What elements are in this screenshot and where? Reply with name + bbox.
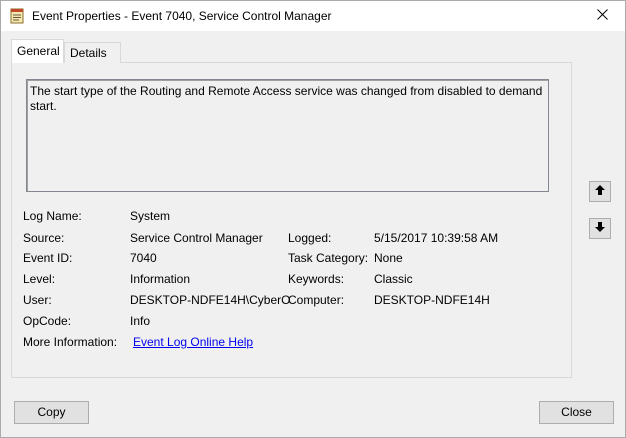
event-properties-window: Event Properties - Event 7040, Service C…	[0, 0, 626, 438]
tab-details[interactable]: Details	[64, 42, 121, 63]
logged-label: Logged:	[288, 231, 332, 245]
keywords-label: Keywords:	[288, 272, 345, 286]
user-value: DESKTOP-NDFE14H\CyberO	[130, 293, 291, 307]
computer-value: DESKTOP-NDFE14H	[374, 293, 490, 307]
title-bar: Event Properties - Event 7040, Service C…	[1, 1, 625, 31]
down-arrow-icon	[594, 221, 606, 236]
computer-label: Computer:	[288, 293, 345, 307]
level-value: Information	[130, 272, 191, 286]
close-window-button[interactable]	[579, 1, 625, 31]
event-log-icon	[10, 8, 24, 24]
logged-value: 5/15/2017 10:39:58 AM	[374, 231, 499, 245]
previous-event-button[interactable]	[589, 181, 611, 202]
event-id-value: 7040	[130, 251, 157, 265]
opcode-label: OpCode:	[23, 314, 72, 328]
task-category-value: None	[374, 251, 403, 265]
more-information-label: More Information:	[23, 335, 118, 349]
tab-general[interactable]: General	[11, 39, 64, 63]
event-log-online-help-link[interactable]: Event Log Online Help	[133, 335, 253, 349]
general-tab-panel: The start type of the Routing and Remote…	[11, 62, 572, 378]
up-arrow-icon	[594, 184, 606, 199]
opcode-value: Info	[130, 314, 151, 328]
source-label: Source:	[23, 231, 65, 245]
event-description[interactable]: The start type of the Routing and Remote…	[26, 79, 549, 192]
close-button[interactable]: Close	[539, 401, 614, 424]
log-name-value: System	[130, 209, 171, 223]
log-name-label: Log Name:	[23, 209, 82, 223]
close-icon	[596, 9, 608, 23]
user-label: User:	[23, 293, 52, 307]
event-id-label: Event ID:	[23, 251, 73, 265]
copy-button[interactable]: Copy	[14, 401, 89, 424]
level-label: Level:	[23, 272, 56, 286]
task-category-label: Task Category:	[288, 251, 369, 265]
window-title: Event Properties - Event 7040, Service C…	[32, 9, 332, 23]
source-value: Service Control Manager	[130, 231, 263, 245]
keywords-value: Classic	[374, 272, 413, 286]
next-event-button[interactable]	[589, 218, 611, 239]
